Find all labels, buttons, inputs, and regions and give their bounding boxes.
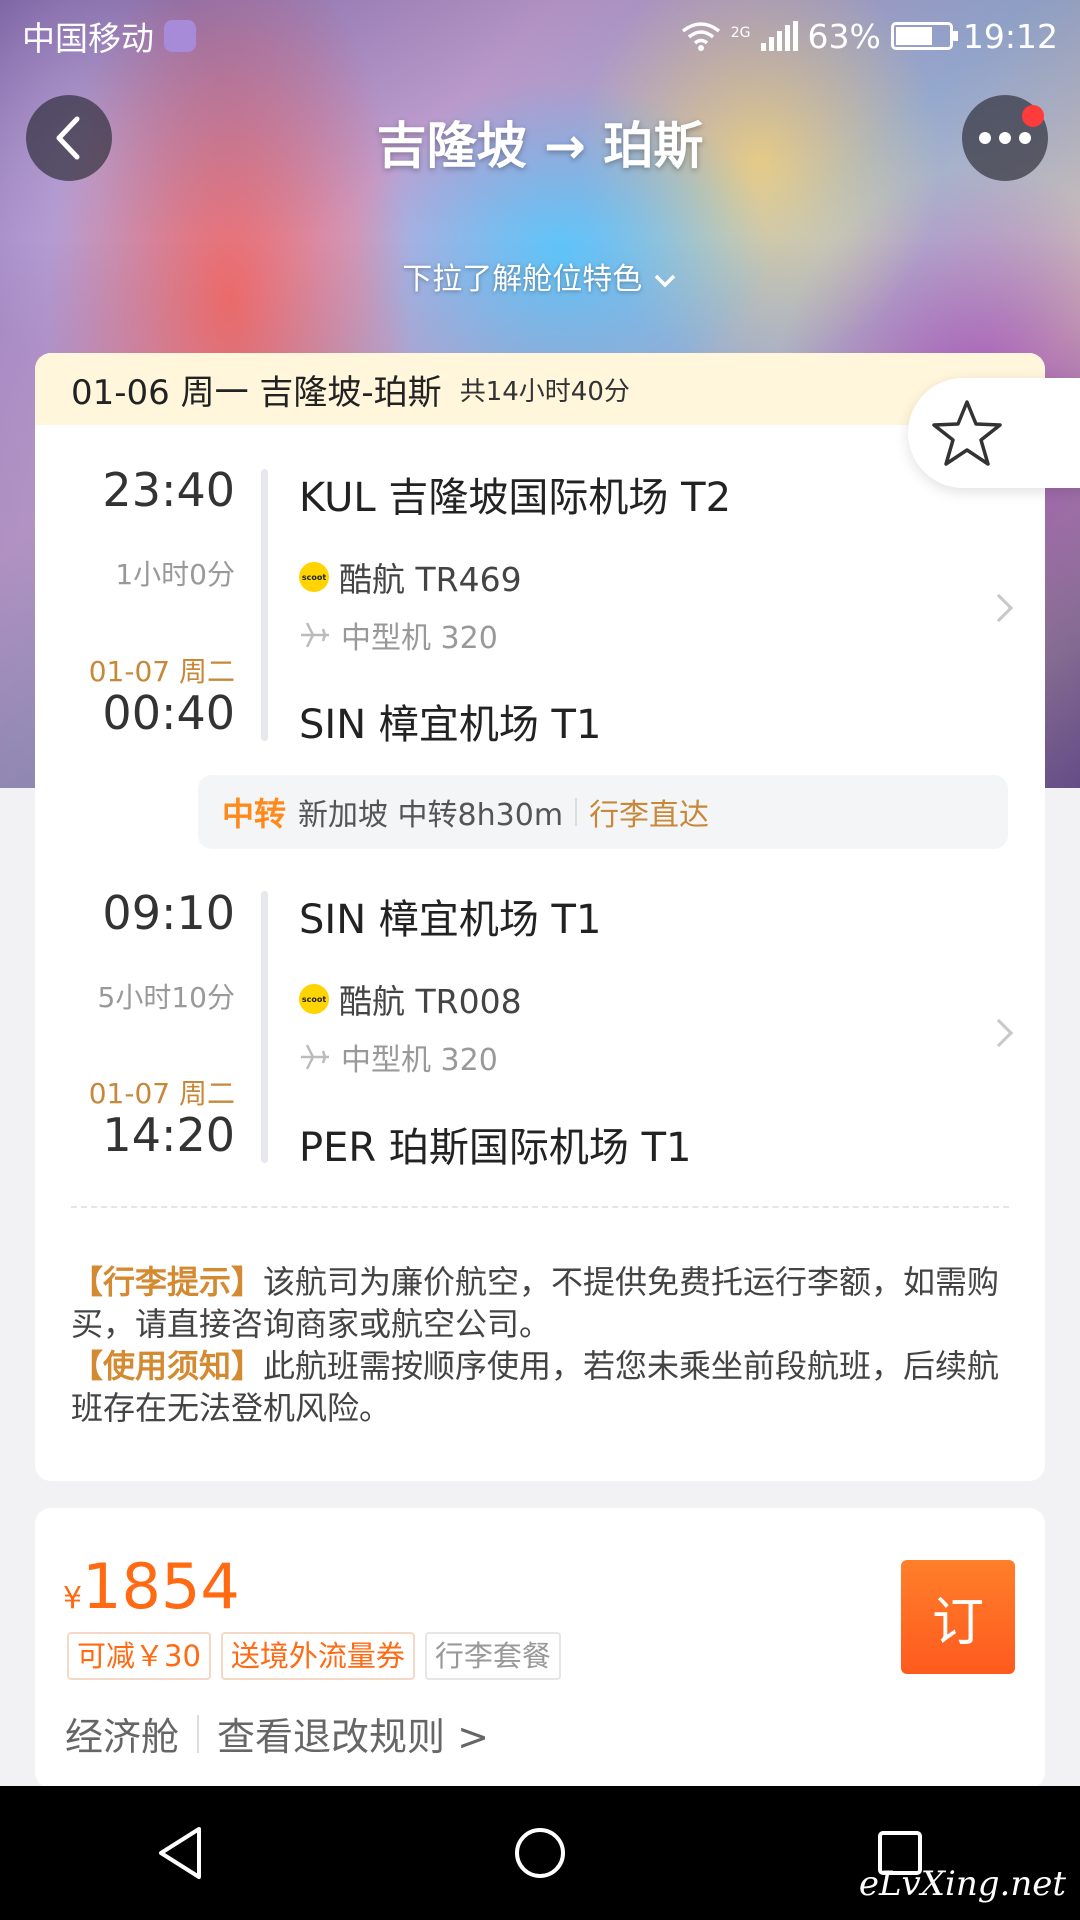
aircraft-row: 中型机 320 bbox=[299, 613, 498, 657]
chevron-left-icon bbox=[56, 116, 80, 160]
baggage-notice: 【行李提示】该航司为廉价航空，不提供免费托运行李额，如需购买，请直接咨询商家或航… bbox=[71, 1261, 1021, 1345]
battery-icon bbox=[890, 22, 958, 50]
arrival-time: 00:40 bbox=[102, 686, 235, 740]
flight-number-row: scoot 酷航 TR469 bbox=[299, 553, 522, 601]
arrival-date: 01-07 周二 bbox=[88, 655, 235, 688]
transfer-tag: 中转 bbox=[222, 795, 287, 833]
back-button[interactable] bbox=[26, 95, 112, 181]
pulldown-hint[interactable]: 下拉了解舱位特色 bbox=[0, 254, 1080, 298]
discount-chip: 可减￥30 bbox=[67, 1632, 211, 1680]
usage-notice-title: 【使用须知】 bbox=[71, 1347, 264, 1385]
flight-segment-2[interactable]: 09:10 5小时10分 01-07 周二 14:20 SIN 樟宜机场 T1 … bbox=[35, 853, 1045, 1203]
book-button[interactable]: 订 bbox=[901, 1560, 1015, 1674]
more-dots-icon bbox=[979, 132, 1031, 144]
transfer-detail: 新加坡 中转8h30m bbox=[298, 798, 564, 833]
data-voucher-chip: 送境外流量券 bbox=[220, 1632, 415, 1680]
chevron-down-icon bbox=[654, 274, 676, 287]
favorite-button[interactable] bbox=[908, 378, 1080, 488]
flight-duration: 1小时0分 bbox=[115, 558, 235, 591]
network-type: 2G bbox=[730, 24, 751, 41]
flight-number: 酷航 TR008 bbox=[339, 982, 522, 1021]
plane-icon bbox=[301, 622, 329, 648]
notice-section: 【行李提示】该航司为廉价航空，不提供免费托运行李额，如需购买，请直接咨询商家或航… bbox=[71, 1261, 1021, 1429]
flight-number-row: scoot 酷航 TR008 bbox=[299, 975, 522, 1023]
scoot-logo-icon: scoot bbox=[299, 984, 329, 1014]
divider bbox=[71, 1206, 1009, 1208]
baggage-notice-title: 【行李提示】 bbox=[71, 1263, 264, 1301]
aircraft-type: 中型机 320 bbox=[341, 621, 498, 656]
arrival-airport: SIN 樟宜机场 T1 bbox=[299, 702, 602, 748]
price-card: ¥ 1854 可减￥30 送境外流量券 行李套餐 经济舱 查看退改规则 > 订 bbox=[35, 1508, 1045, 1788]
transfer-info: 中转 新加坡 中转8h30m 行李直达 bbox=[198, 775, 1008, 849]
flight-number: 酷航 TR469 bbox=[339, 560, 522, 599]
battery-percent: 63% bbox=[807, 16, 881, 56]
aircraft-type: 中型机 320 bbox=[341, 1043, 498, 1078]
more-button[interactable] bbox=[962, 95, 1048, 181]
nav-home-button[interactable] bbox=[485, 1798, 595, 1908]
carrier-badge-icon bbox=[164, 20, 196, 52]
page-title: 吉隆坡 → 珀斯 bbox=[376, 117, 704, 175]
flight-duration: 5小时10分 bbox=[97, 981, 235, 1014]
notification-dot bbox=[1022, 105, 1044, 127]
currency-symbol: ¥ bbox=[63, 1581, 83, 1616]
nav-back-button[interactable] bbox=[125, 1798, 235, 1908]
aircraft-row: 中型机 320 bbox=[299, 1035, 498, 1079]
divider bbox=[575, 798, 578, 826]
arrival-time: 14:20 bbox=[102, 1108, 235, 1162]
cabin-row: 经济舱 查看退改规则 > bbox=[65, 1706, 489, 1761]
departure-airport: KUL 吉隆坡国际机场 T2 bbox=[299, 475, 732, 521]
departure-time: 23:40 bbox=[102, 463, 235, 517]
plane-icon bbox=[301, 1044, 329, 1070]
price-value: 1854 bbox=[82, 1550, 240, 1623]
price: ¥ 1854 bbox=[63, 1550, 240, 1623]
flight-detail-card: 01-06 周一 吉隆坡-珀斯 共14小时40分 23:40 1小时0分 01-… bbox=[35, 353, 1045, 1481]
triangle-back-icon bbox=[159, 1827, 201, 1879]
divider bbox=[197, 1714, 200, 1753]
cabin-class: 经济舱 bbox=[65, 1715, 180, 1759]
baggage-through-label: 行李直达 bbox=[589, 798, 710, 833]
arrival-airport: PER 珀斯国际机场 T1 bbox=[299, 1125, 692, 1171]
segment-timeline bbox=[261, 469, 268, 741]
usage-notice: 【使用须知】此航班需按顺序使用，若您未乘坐前段航班，后续航班存在无法登机风险。 bbox=[71, 1345, 1021, 1429]
star-icon bbox=[932, 400, 1002, 466]
signal-icon bbox=[760, 21, 798, 51]
pulldown-hint-label: 下拉了解舱位特色 bbox=[402, 262, 643, 297]
departure-airport: SIN 樟宜机场 T1 bbox=[299, 897, 602, 943]
segment-timeline bbox=[261, 891, 268, 1163]
refund-rules-link[interactable]: 查看退改规则 > bbox=[217, 1706, 489, 1761]
flight-segment-1[interactable]: 23:40 1小时0分 01-07 周二 00:40 KUL 吉隆坡国际机场 T… bbox=[35, 353, 1045, 773]
clock: 19:12 bbox=[962, 16, 1058, 56]
watermark: eLvXing.net bbox=[858, 1864, 1066, 1904]
scoot-logo-icon: scoot bbox=[299, 562, 329, 592]
departure-time: 09:10 bbox=[102, 886, 235, 940]
circle-home-icon bbox=[515, 1828, 565, 1878]
baggage-package-chip: 行李套餐 bbox=[424, 1632, 561, 1680]
chevron-right-icon bbox=[984, 593, 1014, 623]
wifi-icon bbox=[681, 22, 720, 51]
carrier-name: 中国移动 bbox=[22, 19, 154, 58]
status-bar: 中国移动 2G 63% 19:12 bbox=[0, 0, 1080, 72]
chevron-right-icon bbox=[984, 1018, 1014, 1048]
promo-chips: 可减￥30 送境外流量券 行李套餐 bbox=[67, 1632, 561, 1680]
arrival-date: 01-07 周二 bbox=[88, 1077, 235, 1110]
